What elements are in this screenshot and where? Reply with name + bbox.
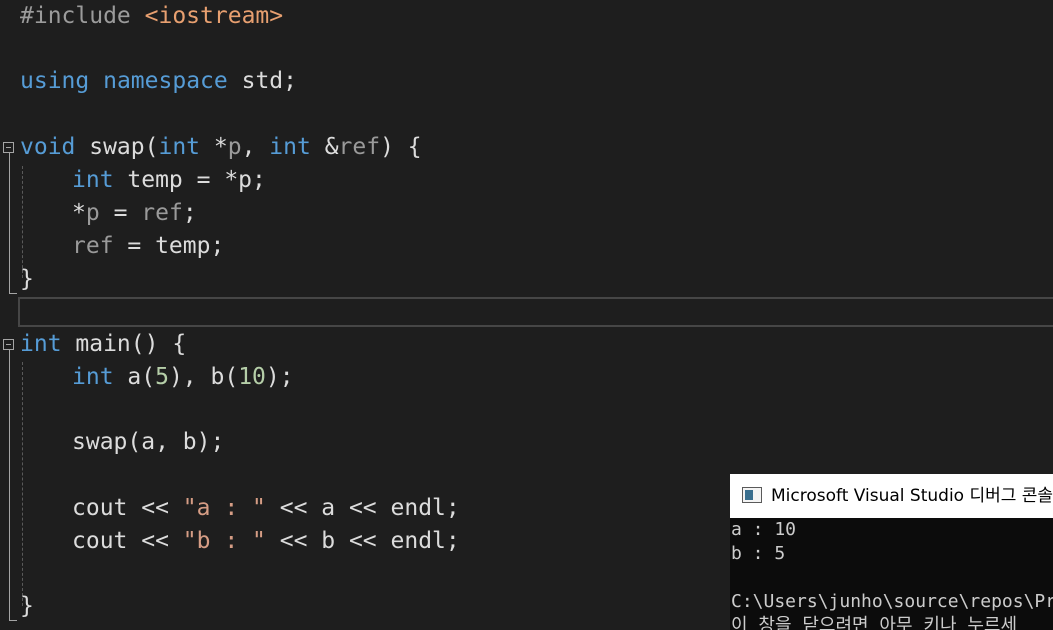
code-text: a( [113, 364, 156, 390]
console-output-line: C:\Users\junho\source\repos\Proje [731, 591, 1053, 612]
console-title: Microsoft Visual Studio 디버그 콘솔 [771, 486, 1053, 506]
parameter: ref [141, 200, 183, 226]
keyword: int [20, 331, 62, 357]
code-line-main-signature: int main() { [20, 328, 186, 361]
keyword: using [20, 68, 90, 94]
code-line-include: #include <iostream> [20, 0, 283, 33]
code-text: ; [182, 200, 197, 226]
code-text: temp = *p; [113, 167, 266, 193]
number-literal: 5 [155, 364, 169, 390]
code-text: cout << [72, 495, 183, 521]
code-text: * [72, 200, 86, 226]
include-target: <iostream> [144, 3, 284, 29]
parameter: ref [338, 134, 381, 160]
keyword: int [72, 364, 114, 390]
collapse-fold-icon[interactable] [3, 142, 14, 153]
code-text: = temp; [113, 233, 225, 259]
collapse-fold-icon[interactable] [3, 339, 14, 350]
keyword: int [72, 167, 114, 193]
parameter: p [85, 200, 100, 226]
code-line-cout-b: cout << "b : " << b << endl; [72, 525, 460, 558]
code-text: cout << [72, 528, 183, 554]
function-name: swap( [75, 134, 159, 160]
code-line-using: using namespace std; [20, 65, 297, 98]
code-text: std; [241, 68, 297, 94]
code-line-ref-assign: ref = temp; [72, 230, 224, 263]
code-line-cout-a: cout << "a : " << a << endl; [72, 492, 460, 525]
console-app-icon [742, 487, 762, 503]
code-text: } [20, 593, 34, 619]
code-text: = [99, 200, 142, 226]
console-titlebar[interactable]: Microsoft Visual Studio 디버그 콘솔 [730, 474, 1053, 518]
string-literal: "a : " [182, 495, 266, 521]
code-text: ); [265, 364, 294, 390]
parameter: ref [72, 233, 114, 259]
parameter: p [227, 134, 242, 160]
indent-guide [22, 166, 23, 278]
code-text: << b << endl; [265, 528, 460, 554]
preprocessor-directive: #include [20, 3, 131, 29]
current-line-highlight [18, 297, 1053, 327]
code-text: ), b( [168, 364, 239, 390]
debug-console-window[interactable]: Microsoft Visual Studio 디버그 콘솔 a : 10 b … [730, 474, 1053, 630]
fold-guide-end [9, 293, 17, 294]
code-text: main() { [61, 331, 187, 357]
code-text: , [241, 134, 270, 160]
code-text: ) { [380, 134, 422, 160]
keyword: namespace [103, 68, 228, 94]
indent-guide [22, 362, 23, 606]
console-output-line: b : 5 [731, 543, 786, 564]
keyword: int [158, 134, 201, 160]
string-literal: "b : " [182, 528, 266, 554]
code-line-close-brace: } [20, 263, 34, 296]
keyword: void [20, 134, 76, 160]
code-text: * [200, 134, 228, 160]
console-output-line: 이 창을 닫으려면 아무 키나 누르세 [731, 615, 1018, 630]
code-text: } [20, 266, 34, 292]
code-line-swap-call: swap(a, b); [72, 426, 224, 459]
fold-guide [9, 350, 10, 620]
code-line-swap-signature: void swap(int *p, int &ref) { [20, 131, 422, 164]
fold-guide [9, 153, 10, 293]
code-line-temp-decl: int temp = *p; [72, 164, 266, 197]
code-text: & [310, 134, 339, 160]
code-line-ab-decl: int a(5), b(10); [72, 361, 294, 394]
number-literal: 10 [238, 364, 266, 390]
keyword: int [269, 134, 311, 160]
code-line-deref-assign: *p = ref; [72, 197, 197, 230]
code-text: << a << endl; [265, 495, 460, 521]
code-text: swap(a, b); [72, 429, 225, 455]
fold-guide-end [9, 620, 17, 621]
console-output-line: a : 10 [731, 519, 797, 540]
code-line-close-brace: } [20, 590, 34, 623]
